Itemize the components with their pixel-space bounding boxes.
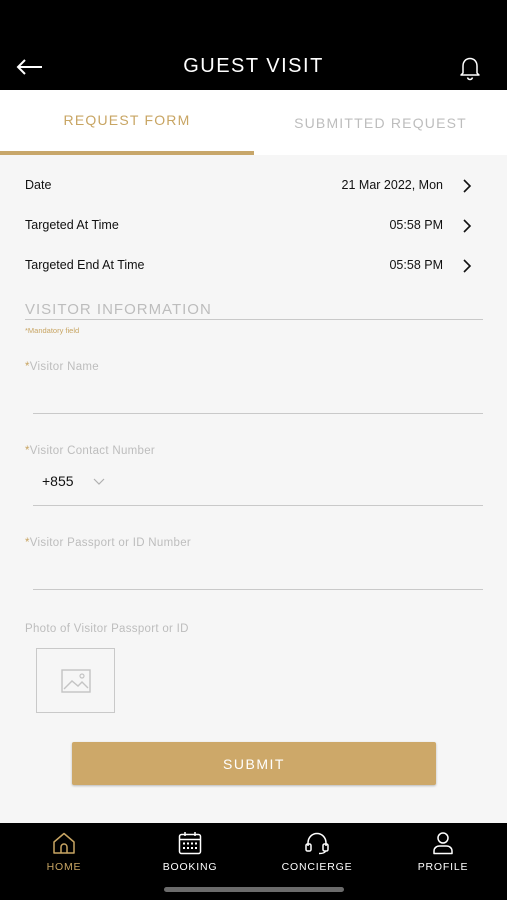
date-label: Date [25, 178, 52, 192]
nav-booking[interactable]: BOOKING [140, 831, 240, 881]
date-value: 21 Mar 2022, Mon [341, 178, 443, 192]
nav-concierge[interactable]: CONCIERGE [267, 831, 367, 881]
visitor-passport-label: *Visitor Passport or ID Number [25, 537, 191, 549]
nav-booking-label: BOOKING [162, 861, 218, 873]
user-icon [433, 832, 453, 855]
page-title: GUEST VISIT [183, 55, 324, 77]
visitor-name-input[interactable] [33, 384, 483, 412]
bell-icon [460, 57, 480, 81]
visitor-name-underline [33, 413, 483, 414]
tab-request-form[interactable]: REQUEST FORM [0, 90, 254, 155]
visitor-name-label: *Visitor Name [25, 361, 99, 373]
headset-icon [305, 832, 329, 855]
mandatory-note: *Mandatory field [25, 326, 80, 335]
photo-label: Photo of Visitor Passport or ID [25, 623, 189, 635]
section-title-visitor-information: VISITOR INFORMATION [25, 301, 212, 318]
calendar-icon [178, 832, 202, 855]
active-tab-indicator [0, 151, 254, 155]
nav-home[interactable]: HOME [14, 831, 114, 881]
nav-profile-label: PROFILE [417, 861, 469, 873]
chevron-right-icon [463, 179, 472, 193]
chevron-down-icon[interactable] [93, 477, 105, 487]
visitor-contact-label: *Visitor Contact Number [25, 445, 155, 457]
visitor-passport-label-text: Visitor Passport or ID Number [29, 537, 192, 549]
photo-upload-button[interactable] [36, 648, 115, 713]
nav-home-label: HOME [46, 861, 82, 873]
nav-profile[interactable]: PROFILE [393, 831, 493, 881]
targeted-at-time-row[interactable]: Targeted At Time 05:58 PM [25, 212, 483, 240]
visitor-contact-input[interactable] [118, 470, 478, 496]
chevron-right-icon [463, 219, 472, 233]
targeted-end-time-value: 05:58 PM [389, 258, 443, 272]
image-placeholder-icon [61, 669, 91, 693]
submit-button[interactable]: SUBMIT [72, 742, 436, 785]
visitor-name-label-text: Visitor Name [29, 361, 99, 373]
targeted-at-time-value: 05:58 PM [389, 218, 443, 232]
chevron-right-icon [463, 259, 472, 273]
visitor-contact-label-text: Visitor Contact Number [29, 445, 156, 457]
visitor-passport-underline [33, 589, 483, 590]
home-icon [53, 832, 75, 854]
visitor-passport-input[interactable] [33, 560, 483, 588]
targeted-end-time-row[interactable]: Targeted End At Time 05:58 PM [25, 252, 483, 280]
home-indicator [164, 887, 344, 892]
notifications-button[interactable] [456, 54, 484, 82]
section-divider [25, 319, 483, 320]
country-code-select[interactable]: +855 [42, 473, 74, 489]
tab-submitted-request[interactable]: SUBMITTED REQUEST [254, 90, 507, 155]
top-bar: GUEST VISIT [0, 0, 507, 90]
targeted-end-time-label: Targeted End At Time [25, 258, 145, 272]
tab-bar: REQUEST FORM SUBMITTED REQUEST [0, 90, 507, 155]
targeted-at-time-label: Targeted At Time [25, 218, 119, 232]
date-row[interactable]: Date 21 Mar 2022, Mon [25, 172, 483, 200]
nav-concierge-label: CONCIERGE [281, 861, 353, 873]
visitor-contact-underline [33, 505, 483, 506]
